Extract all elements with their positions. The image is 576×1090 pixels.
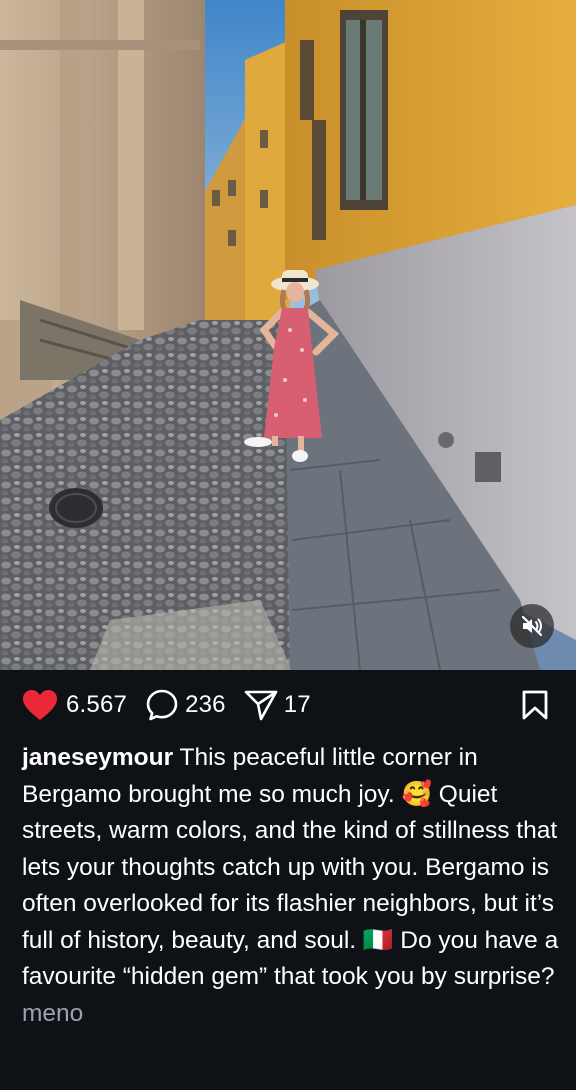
caption-less-link[interactable]: meno [22, 1000, 83, 1027]
italy-flag-emoji: 🇮🇹 [362, 926, 394, 954]
instagram-post: 6.567 236 17 janeseymour This peaceful l… [0, 0, 576, 1090]
heart-filled-icon [23, 690, 57, 720]
comments-count: 236 [185, 691, 226, 718]
share-button[interactable]: 17 [244, 670, 311, 740]
like-button[interactable]: 6.567 [22, 670, 127, 740]
paper-plane-icon [244, 690, 278, 721]
smiling-face-with-hearts-emoji: 🥰 [401, 780, 432, 808]
comment-bubble-icon [146, 689, 178, 721]
post-caption: janeseymour This peaceful little corner … [22, 740, 562, 1032]
bookmark-icon [522, 690, 548, 720]
save-button[interactable] [522, 670, 548, 740]
likes-count: 6.567 [66, 691, 128, 718]
comment-button[interactable]: 236 [145, 670, 226, 740]
post-media[interactable] [0, 0, 576, 670]
mute-toggle-button[interactable] [510, 604, 554, 648]
street-photo [0, 0, 576, 670]
action-bar: 6.567 236 17 [0, 670, 576, 740]
speaker-muted-icon [521, 615, 543, 637]
caption-username[interactable]: janeseymour [22, 744, 173, 771]
shares-count: 17 [283, 691, 311, 718]
